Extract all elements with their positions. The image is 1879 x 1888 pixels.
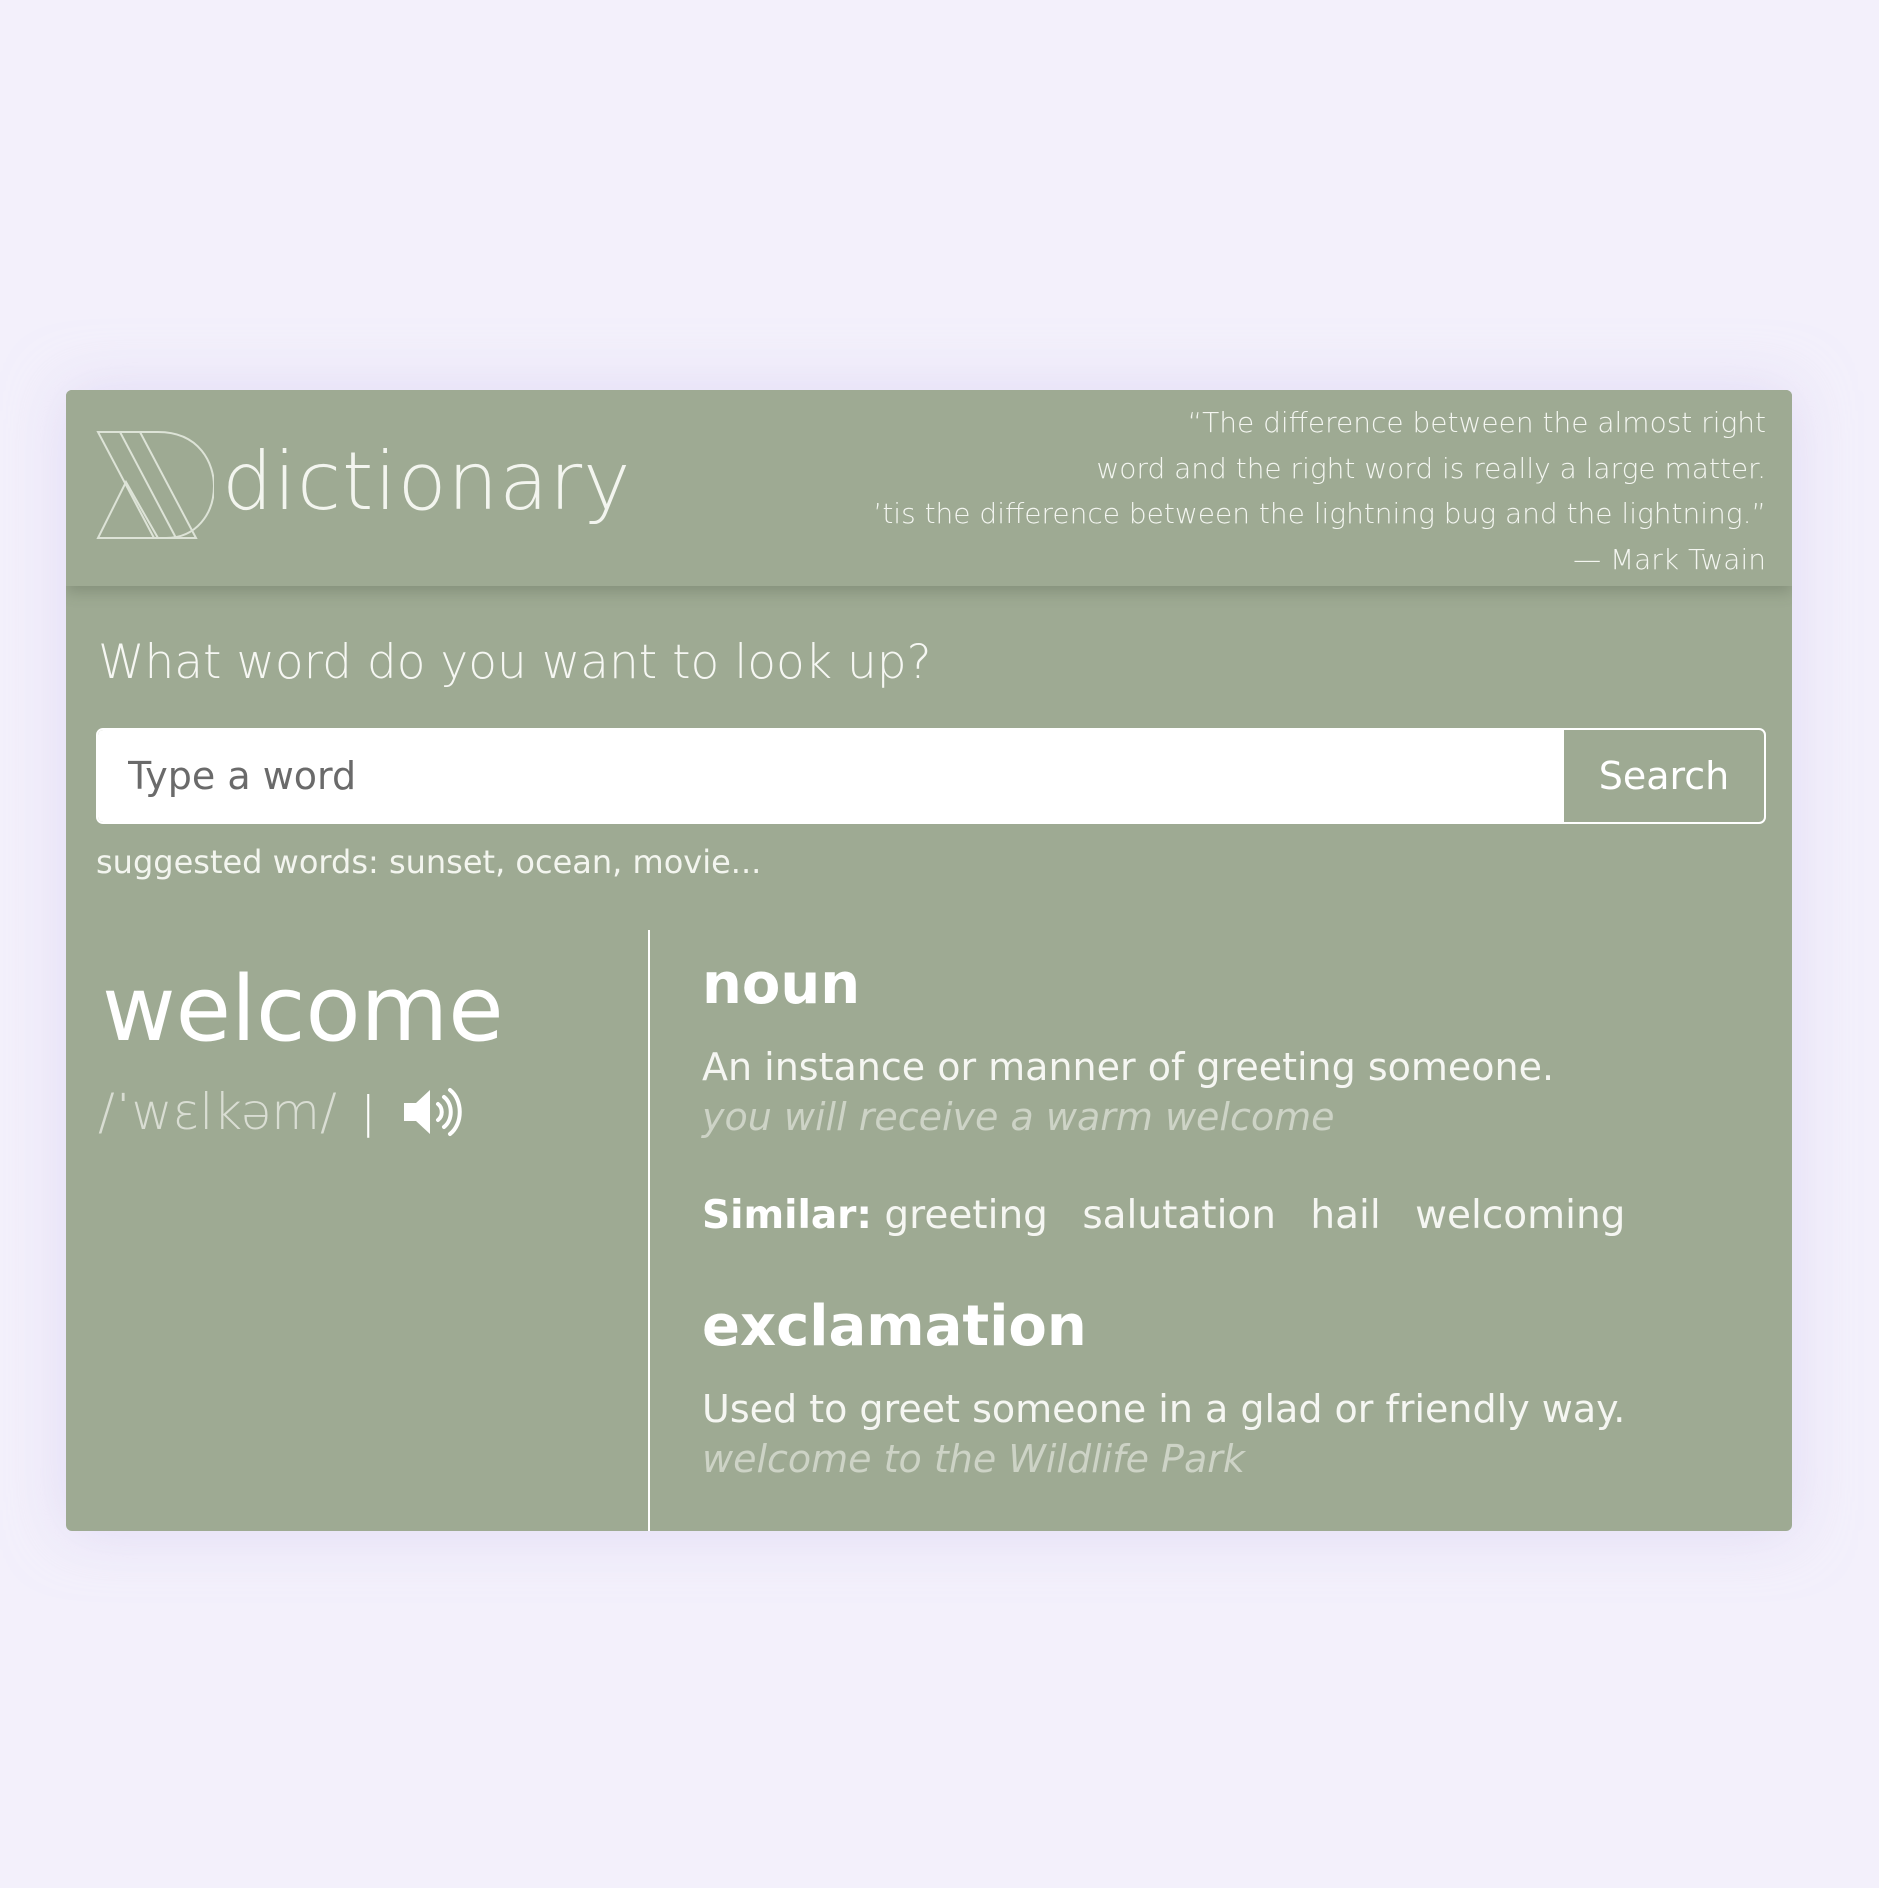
separator: | xyxy=(360,1086,376,1138)
synonym: greeting xyxy=(884,1193,1048,1238)
similar-words: Similar: greeting salutation hail welcom… xyxy=(702,1186,1762,1246)
definition: Used to greet someone in a glad or frien… xyxy=(702,1387,1626,1431)
header: dictionary “The difference between the a… xyxy=(66,390,1792,586)
search-input[interactable] xyxy=(98,730,1562,822)
quote-line: word and the right word is really a larg… xyxy=(1096,451,1766,485)
synonym: hail xyxy=(1310,1193,1381,1238)
speaker-icon[interactable] xyxy=(400,1084,464,1140)
part-of-speech: noun xyxy=(702,952,861,1017)
definition: An instance or manner of greeting someon… xyxy=(702,1045,1555,1089)
suggested-words: suggested words: sunset, ocean, movie... xyxy=(96,843,762,881)
similar-label: Similar: xyxy=(702,1193,872,1238)
synonym: welcoming xyxy=(1415,1193,1626,1238)
meaning-exclamation: exclamation Used to greet someone in a g… xyxy=(702,1292,1762,1484)
column-divider xyxy=(648,930,650,1531)
pronunciation: /ˈwɛlkəm/ | xyxy=(98,1080,464,1144)
brand-name: dictionary xyxy=(222,435,632,528)
phonetic-text: /ˈwɛlkəm/ xyxy=(98,1083,337,1141)
part-of-speech: exclamation xyxy=(702,1294,1087,1359)
dictionary-logo-icon xyxy=(96,430,216,546)
quote: “The difference between the almost right… xyxy=(873,400,1766,582)
meanings: noun An instance or manner of greeting s… xyxy=(702,950,1762,1484)
example: welcome to the Wildlife Park xyxy=(702,1437,1245,1481)
search-button[interactable]: Search xyxy=(1562,730,1764,822)
dictionary-app: dictionary “The difference between the a… xyxy=(66,390,1792,1531)
quote-author: — Mark Twain xyxy=(1573,542,1766,576)
quote-line: ’tis the difference between the lightnin… xyxy=(873,497,1766,530)
example: you will receive a warm welcome xyxy=(702,1095,1335,1139)
synonym: salutation xyxy=(1082,1193,1276,1238)
search-form: Search xyxy=(96,728,1766,824)
entry-word: welcome xyxy=(102,957,504,1062)
quote-line: “The difference between the almost right xyxy=(1187,406,1766,439)
search-prompt: What word do you want to look up? xyxy=(98,635,932,690)
meaning-noun: noun An instance or manner of greeting s… xyxy=(702,950,1762,1246)
